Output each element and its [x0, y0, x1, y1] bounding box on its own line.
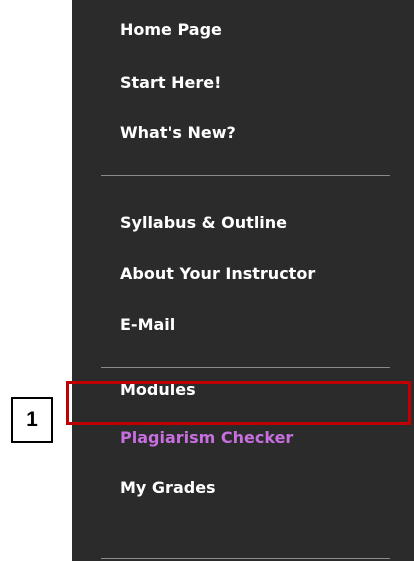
nav-item-start-here[interactable]: Start Here!	[120, 73, 221, 93]
menu-divider	[101, 175, 390, 176]
nav-item-syllabus-outline[interactable]: Syllabus & Outline	[120, 213, 287, 233]
nav-item-about-instructor[interactable]: About Your Instructor	[120, 264, 315, 284]
nav-item-modules[interactable]: Modules	[120, 380, 196, 400]
nav-item-whats-new[interactable]: What's New?	[120, 123, 236, 143]
course-menu-panel: Home Page Start Here! What's New? Syllab…	[72, 0, 414, 561]
nav-item-email[interactable]: E-Mail	[120, 315, 175, 335]
menu-divider	[101, 367, 390, 368]
menu-divider	[101, 558, 390, 559]
nav-item-plagiarism-checker[interactable]: Plagiarism Checker	[120, 428, 293, 448]
nav-item-my-grades[interactable]: My Grades	[120, 478, 216, 498]
step-callout-label: 1	[11, 397, 53, 443]
nav-item-home-page[interactable]: Home Page	[120, 20, 222, 40]
